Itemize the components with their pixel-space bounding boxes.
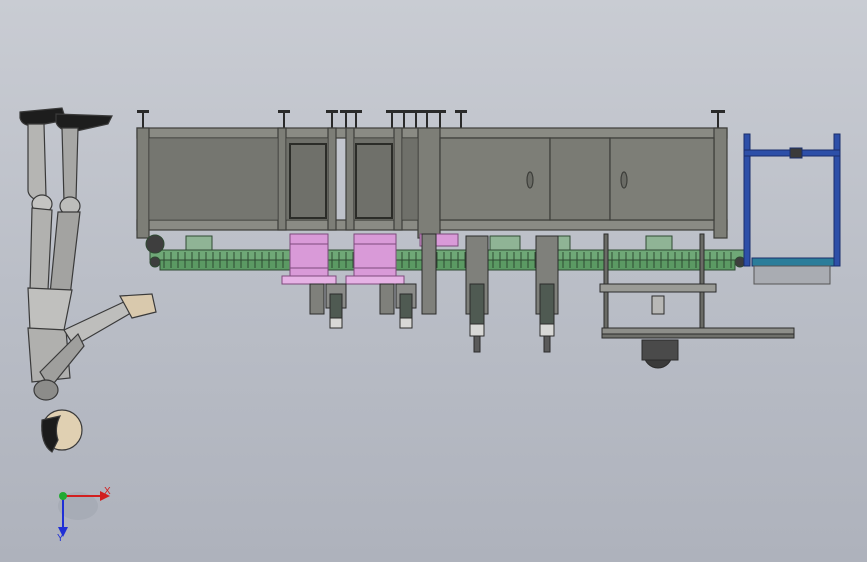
triad-y-label: Y <box>57 533 64 544</box>
cabinet-door-middle <box>549 137 611 221</box>
frame-post <box>713 127 728 239</box>
leveling-foot <box>386 110 398 129</box>
actuator-bracket <box>379 283 395 315</box>
rack-base <box>753 265 831 285</box>
conveyor-end-roller-left-lower <box>149 256 161 268</box>
frame-panel <box>353 137 395 221</box>
conveyor-chain-lower <box>159 259 736 271</box>
mannequin-left-thigh <box>29 207 53 293</box>
actuator-unit <box>465 235 489 353</box>
leveling-feet <box>137 110 725 129</box>
frame-panel <box>285 137 329 221</box>
frame-panel <box>148 137 279 221</box>
view-triad-icon: X Y <box>57 486 111 544</box>
triad-z-origin <box>59 492 67 500</box>
actuator-bracket <box>421 233 437 315</box>
rack-belt <box>751 257 835 267</box>
frame-post <box>393 127 403 231</box>
frame-post <box>136 127 150 239</box>
leveling-foot <box>455 110 467 129</box>
platform-rail <box>601 327 795 335</box>
frame-post <box>277 127 287 231</box>
leveling-foot <box>278 110 290 129</box>
pink-roller <box>345 233 405 285</box>
conveyor-chain-upper <box>149 249 746 261</box>
leveling-foot <box>326 110 338 129</box>
triad-x-label: X <box>104 486 111 497</box>
assembly-drawing: X Y <box>19 107 841 544</box>
frame-post <box>327 127 337 231</box>
blue-rack <box>743 133 841 285</box>
leveling-foot <box>398 110 410 129</box>
frame-post <box>417 127 441 239</box>
mannequin-hips <box>27 287 73 331</box>
leveling-foot <box>420 110 434 129</box>
mannequin-shoulder <box>33 379 59 401</box>
leveling-foot <box>711 110 725 129</box>
door-handle-right <box>620 171 628 189</box>
door-handle-left <box>526 171 534 189</box>
conveyor-end-roller-left <box>145 234 165 254</box>
leveling-foot <box>137 110 149 129</box>
mannequin-figure <box>19 107 157 453</box>
leveling-foot <box>434 110 446 129</box>
cad-viewport[interactable]: X Y <box>0 0 867 562</box>
actuator-unit <box>395 283 417 329</box>
main-frame <box>136 127 728 239</box>
mannequin-right-thigh <box>49 211 81 297</box>
mannequin-right-shin <box>61 127 79 203</box>
frame-post <box>345 127 355 231</box>
actuator-bracket <box>309 283 325 315</box>
pink-roller <box>281 233 337 285</box>
frame-panel <box>401 137 419 221</box>
leveling-foot <box>350 110 362 129</box>
actuator-unit <box>325 283 347 329</box>
mannequin-left-shin <box>27 123 47 201</box>
actuator-unit <box>535 235 559 353</box>
